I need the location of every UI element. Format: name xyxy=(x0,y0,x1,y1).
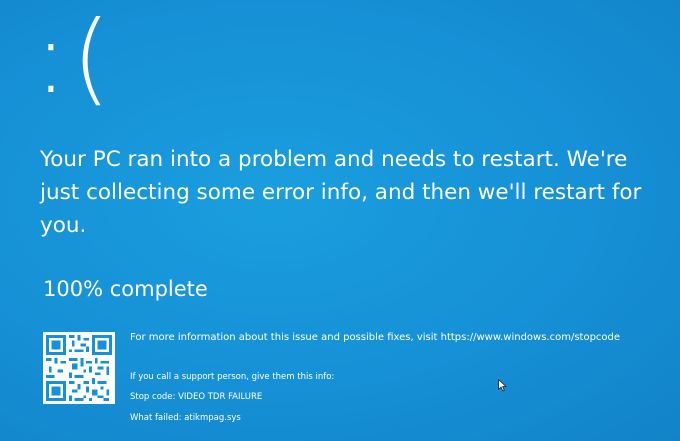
mouse-pointer-icon xyxy=(498,377,507,396)
what-failed-text: What failed: atikmpag.sys xyxy=(130,413,241,423)
bsod-screen: :( Your PC ran into a problem and needs … xyxy=(0,0,680,441)
stop-code-text: Stop code: VIDEO TDR FAILURE xyxy=(130,392,263,402)
sad-face-emoticon: :( xyxy=(34,0,115,116)
qr-code-icon xyxy=(43,332,115,404)
more-info-text: For more information about this issue an… xyxy=(130,332,621,343)
progress-text: 100% complete xyxy=(43,277,208,301)
support-prompt-text: If you call a support person, give them … xyxy=(130,372,335,382)
error-message: Your PC ran into a problem and needs to … xyxy=(40,147,642,238)
